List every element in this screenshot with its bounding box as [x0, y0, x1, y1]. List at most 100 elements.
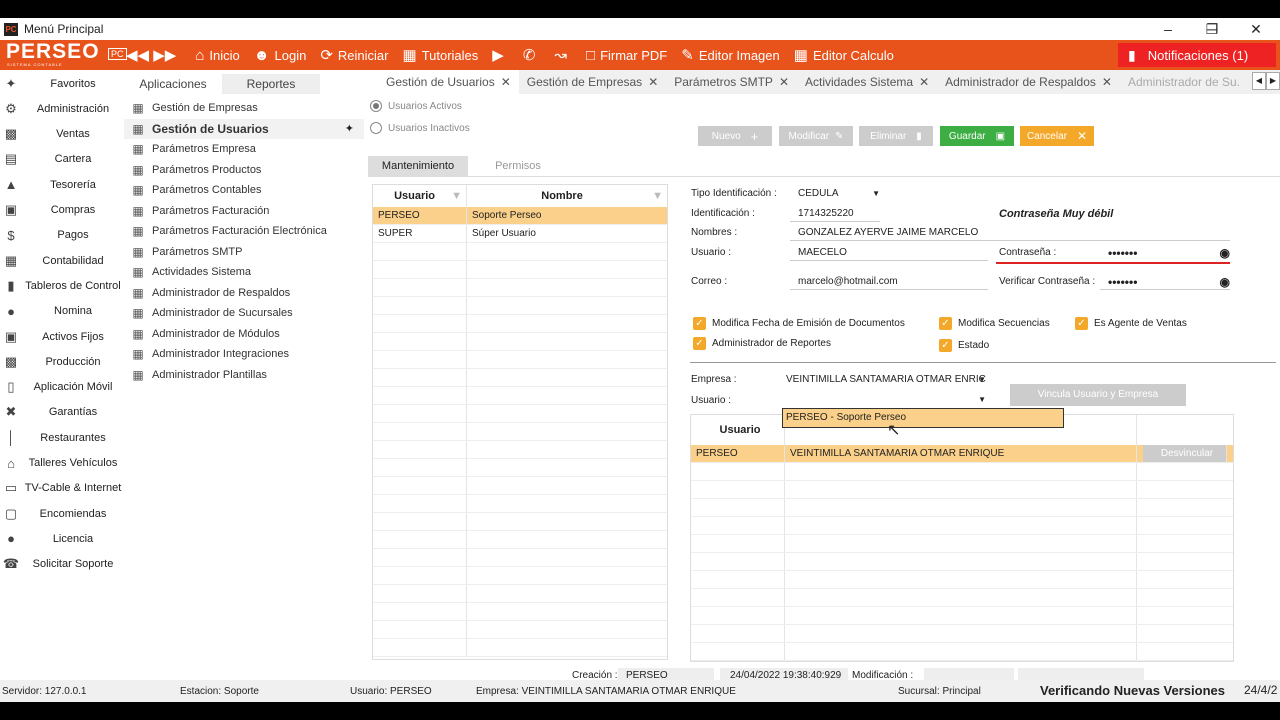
maximize-button[interactable]: ❐: [1190, 18, 1234, 40]
usuario-field[interactable]: MAECELO: [790, 245, 988, 261]
editor-calculo-button[interactable]: ▦ Editor Calculo: [794, 46, 894, 64]
table-row[interactable]: [373, 333, 667, 351]
filter-icon[interactable]: ▼: [451, 185, 462, 207]
sidebar-item-aplicaci-n-m-vil[interactable]: ▯ Aplicación Móvil: [0, 375, 124, 400]
subitem-parametros-smtp[interactable]: ▦ Parámetros SMTP: [124, 242, 364, 262]
eliminar-button[interactable]: Eliminar ▮: [859, 126, 933, 146]
table-row[interactable]: [373, 477, 667, 495]
table-row[interactable]: [373, 549, 667, 567]
subitem-gestion-de-empresas[interactable]: ▦ Gestión de Empresas: [124, 98, 364, 118]
sidebar-item-favoritos[interactable]: ✦ Favoritos: [0, 71, 124, 96]
whatsapp-button[interactable]: ✆: [523, 46, 541, 64]
identificacion-field[interactable]: 1714325220: [790, 206, 880, 222]
subitem-parametros-facturacion-electronica[interactable]: ▦ Parámetros Facturación Electrónica: [124, 221, 364, 241]
subitem-administrador-plantillas[interactable]: ▦ Administrador Plantillas: [124, 365, 364, 385]
cancelar-button[interactable]: Cancelar ✕: [1020, 126, 1094, 146]
sidebar-item-administraci-n[interactable]: ⚙ Administración: [0, 96, 124, 121]
subitem-parametros-contables[interactable]: ▦ Parámetros Contables: [124, 180, 364, 200]
table-row[interactable]: [373, 513, 667, 531]
usuario-dropdown-option[interactable]: PERSEO - Soporte Perseo: [782, 408, 1064, 428]
tutoriales-button[interactable]: ▦ Tutoriales: [403, 46, 479, 64]
radio-usuarios-inactivos[interactable]: Usuarios Inactivos: [370, 122, 470, 134]
tab-admin-respaldos[interactable]: Administrador de Respaldos ✕: [937, 70, 1120, 94]
nombres-field[interactable]: GONZALEZ AYERVE JAIME MARCELO: [790, 225, 1230, 241]
close-tab-icon[interactable]: ✕: [919, 75, 929, 89]
sidebar-item-producci-n[interactable]: ▩ Producción: [0, 349, 124, 374]
table-row[interactable]: [373, 315, 667, 333]
tab-mantenimiento[interactable]: Mantenimiento: [368, 156, 468, 176]
table-row[interactable]: [373, 603, 667, 621]
checkbox-agente-ventas[interactable]: ✓ Es Agente de Ventas: [1075, 317, 1187, 330]
radio-usuarios-activos[interactable]: Usuarios Activos: [370, 100, 462, 112]
subitem-administrador-de-respaldos[interactable]: ▦ Administrador de Respaldos: [124, 283, 364, 303]
subitem-administrador-de-sucursales[interactable]: ▦ Administrador de Sucursales: [124, 303, 364, 323]
tipo-identificacion-select[interactable]: CEDULA ▼: [790, 186, 880, 202]
table-row[interactable]: [373, 243, 667, 261]
checkbox-estado[interactable]: ✓ Estado: [939, 339, 989, 352]
tab-gestion-usuarios[interactable]: Gestión de Usuarios ✕: [364, 70, 519, 94]
table-row[interactable]: [373, 351, 667, 369]
subitem-gestion-de-usuarios[interactable]: ▦ Gestión de Usuarios ✦: [124, 118, 364, 139]
tab-aplicaciones[interactable]: Aplicaciones: [124, 74, 222, 94]
sidebar-item-ventas[interactable]: ▩ Ventas: [0, 122, 124, 147]
table-row[interactable]: [373, 441, 667, 459]
table-row[interactable]: [373, 261, 667, 279]
sidebar-item-tv-cable-internet[interactable]: ▭ TV-Cable & Internet: [0, 476, 124, 501]
pin-icon[interactable]: ✦: [345, 122, 354, 135]
firmar-pdf-button[interactable]: □ Firmar PDF: [586, 47, 667, 64]
table-row[interactable]: SUPER Súper Usuario: [373, 225, 667, 243]
verificar-contrasena-field[interactable]: ••••••• ◉: [1100, 274, 1230, 290]
correo-field[interactable]: marcelo@hotmail.com: [790, 274, 988, 290]
close-tab-icon[interactable]: ✕: [779, 75, 789, 89]
filter-icon[interactable]: ▼: [652, 185, 663, 207]
tab-admin-sucursales[interactable]: Administrador de Su...: [1120, 70, 1240, 94]
nuevo-button[interactable]: Nuevo +: [698, 126, 772, 146]
sidebar-item-talleres-veh-culos[interactable]: ⌂ Talleres Vehículos: [0, 451, 124, 476]
table-row[interactable]: [373, 495, 667, 513]
sidebar-item-licencia[interactable]: ● Licencia: [0, 526, 124, 551]
table-row[interactable]: PERSEO VEINTIMILLA SANTAMARIA OTMAR ENRI…: [691, 445, 1233, 463]
tab-gestion-empresas[interactable]: Gestión de Empresas ✕: [519, 70, 666, 94]
sidebar-item-solicitar-soporte[interactable]: ☎ Solicitar Soporte: [0, 552, 124, 577]
subitem-administrador-de-modulos[interactable]: ▦ Administrador de Módulos: [124, 324, 364, 344]
notificaciones-button[interactable]: ▮ Notificaciones (1): [1118, 43, 1276, 67]
tab-reportes[interactable]: Reportes: [222, 74, 320, 94]
sidebar-item-cartera[interactable]: ▤ Cartera: [0, 147, 124, 172]
empresa-usuario-select[interactable]: ▼: [778, 392, 988, 408]
table-row[interactable]: [373, 567, 667, 585]
table-row[interactable]: [373, 621, 667, 639]
sidebar-item-encomiendas[interactable]: ▢ Encomiendas: [0, 501, 124, 526]
inicio-button[interactable]: ⌂ Inicio: [195, 47, 239, 64]
column-header-nombre[interactable]: Nombre ▼: [467, 185, 667, 207]
tab-scroll-left-icon[interactable]: ◀: [1252, 72, 1266, 90]
empresa-select[interactable]: VEINTIMILLA SANTAMARIA OTMAR ENRIC ▼: [778, 372, 988, 388]
column-header-usuario[interactable]: Usuario ▼: [373, 185, 467, 207]
sidebar-item-tableros-de-control[interactable]: ▮ Tableros de Control: [0, 273, 124, 298]
tab-permisos[interactable]: Permisos: [468, 156, 568, 176]
eye-icon[interactable]: ◉: [1220, 245, 1230, 261]
back-forward-buttons[interactable]: ◀◀ ▶▶: [126, 46, 181, 64]
guardar-button[interactable]: Guardar ▣: [940, 126, 1014, 146]
table-row[interactable]: [373, 423, 667, 441]
stats-button[interactable]: ↝: [554, 46, 572, 64]
close-button[interactable]: ✕: [1234, 18, 1278, 40]
table-row[interactable]: [373, 585, 667, 603]
subitem-parametros-empresa[interactable]: ▦ Parámetros Empresa: [124, 139, 364, 159]
close-tab-icon[interactable]: ✕: [648, 75, 658, 89]
subitem-administrador-integraciones[interactable]: ▦ Administrador Integraciones: [124, 344, 364, 364]
reiniciar-button[interactable]: ⟳ Reiniciar: [320, 46, 388, 64]
close-tab-icon[interactable]: ✕: [501, 75, 511, 89]
subitem-parametros-productos[interactable]: ▦ Parámetros Productos: [124, 160, 364, 180]
close-tab-icon[interactable]: ✕: [1102, 75, 1112, 89]
minimize-icon[interactable]: –: [1146, 18, 1190, 40]
contrasena-field[interactable]: ••••••• ◉: [1100, 245, 1230, 261]
tab-parametros-smtp[interactable]: Parámetros SMTP ✕: [666, 70, 797, 94]
table-row[interactable]: [373, 297, 667, 315]
subitem-parametros-facturacion[interactable]: ▦ Parámetros Facturación: [124, 201, 364, 221]
sidebar-item-activos-fijos[interactable]: ▣ Activos Fijos: [0, 324, 124, 349]
subitem-actividades-sistema[interactable]: ▦ Actividades Sistema: [124, 262, 364, 282]
sidebar-item-restaurantes[interactable]: │ Restaurantes: [0, 425, 124, 450]
login-button[interactable]: ☻ Login: [254, 47, 307, 64]
sidebar-item-compras[interactable]: ▣ Compras: [0, 198, 124, 223]
tab-scroll-right-icon[interactable]: ▶: [1266, 72, 1280, 90]
